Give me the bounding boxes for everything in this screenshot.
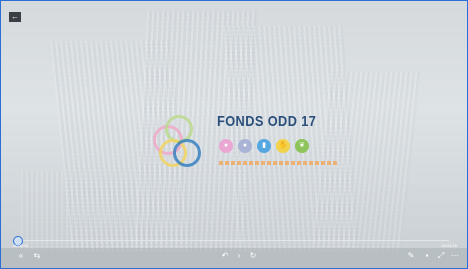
chart-icon: ▮ — [257, 139, 271, 153]
edit-icon[interactable]: ✎ — [405, 251, 417, 261]
logo-tagline-graphic — [219, 161, 339, 165]
progress-bar[interactable] — [17, 239, 449, 242]
person-icon: ● — [219, 139, 233, 153]
next-icon[interactable]: › — [233, 251, 245, 261]
hand-icon: ✋ — [276, 139, 290, 153]
prev-icon[interactable]: ↶ — [219, 251, 231, 261]
video-player[interactable]: ← FONDS ODD 17 ● ● ▮ ✋ ❦ 00:00:01 00:04:… — [0, 0, 468, 269]
fonds-logo: FONDS ODD 17 ● ● ▮ ✋ ❦ — [151, 111, 351, 181]
logo-circle-icon — [173, 139, 201, 167]
leaf-icon: ❦ — [295, 139, 309, 153]
rewind-icon[interactable]: « — [15, 251, 27, 261]
more-icon[interactable]: ⋯ — [449, 251, 461, 261]
loop-icon[interactable]: ⇆ — [31, 251, 43, 261]
total-time: 00:04:25 — [441, 243, 457, 248]
back-arrow-icon: ← — [11, 12, 19, 21]
slide-title: FONDS ODD 17 — [217, 113, 317, 130]
replay-icon[interactable]: ↻ — [247, 251, 259, 261]
fullscreen-icon[interactable]: ⤢ — [435, 251, 447, 261]
sdg-badges: ● ● ▮ ✋ ❦ — [219, 139, 309, 153]
people-icon: ● — [238, 139, 252, 153]
captions-icon[interactable]: ▪ — [421, 251, 433, 261]
back-button[interactable]: ← — [9, 12, 21, 22]
current-time: 00:00:01 — [13, 243, 29, 248]
